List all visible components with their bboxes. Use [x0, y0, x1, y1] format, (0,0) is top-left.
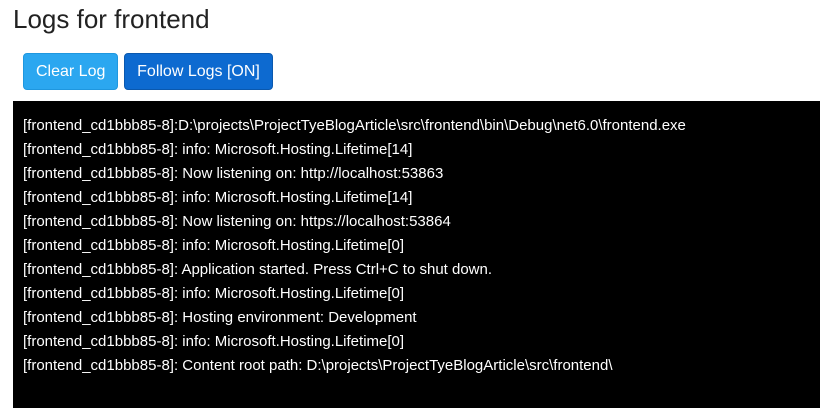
log-line: [frontend_cd1bbb85-8]: Hosting environme…	[23, 309, 417, 326]
log-line: [frontend_cd1bbb85-8]: info: Microsoft.H…	[23, 141, 413, 158]
logs-page: Logs for frontend Clear Log Follow Logs …	[0, 0, 820, 408]
page-title: Logs for frontend	[13, 4, 210, 34]
log-line: [frontend_cd1bbb85-8]: Application start…	[23, 261, 493, 278]
log-toolbar: Clear Log Follow Logs [ON]	[23, 53, 273, 90]
log-line: [frontend_cd1bbb85-8]: Now listening on:…	[23, 165, 444, 182]
clear-log-button[interactable]: Clear Log	[23, 53, 118, 90]
log-line: [frontend_cd1bbb85-8]: info: Microsoft.H…	[23, 285, 405, 302]
log-line: [frontend_cd1bbb85-8]: info: Microsoft.H…	[23, 189, 413, 206]
log-line: [frontend_cd1bbb85-8]: info: Microsoft.H…	[23, 237, 405, 254]
log-line: [frontend_cd1bbb85-8]: info: Microsoft.H…	[23, 333, 405, 350]
log-line: [frontend_cd1bbb85-8]: Now listening on:…	[23, 213, 451, 230]
follow-logs-button[interactable]: Follow Logs [ON]	[124, 53, 273, 90]
log-line: [frontend_cd1bbb85-8]:D:\projects\Projec…	[23, 117, 686, 134]
log-output-panel[interactable]: [frontend_cd1bbb85-8]:D:\projects\Projec…	[13, 101, 820, 408]
log-line: [frontend_cd1bbb85-8]: Content root path…	[23, 357, 613, 374]
